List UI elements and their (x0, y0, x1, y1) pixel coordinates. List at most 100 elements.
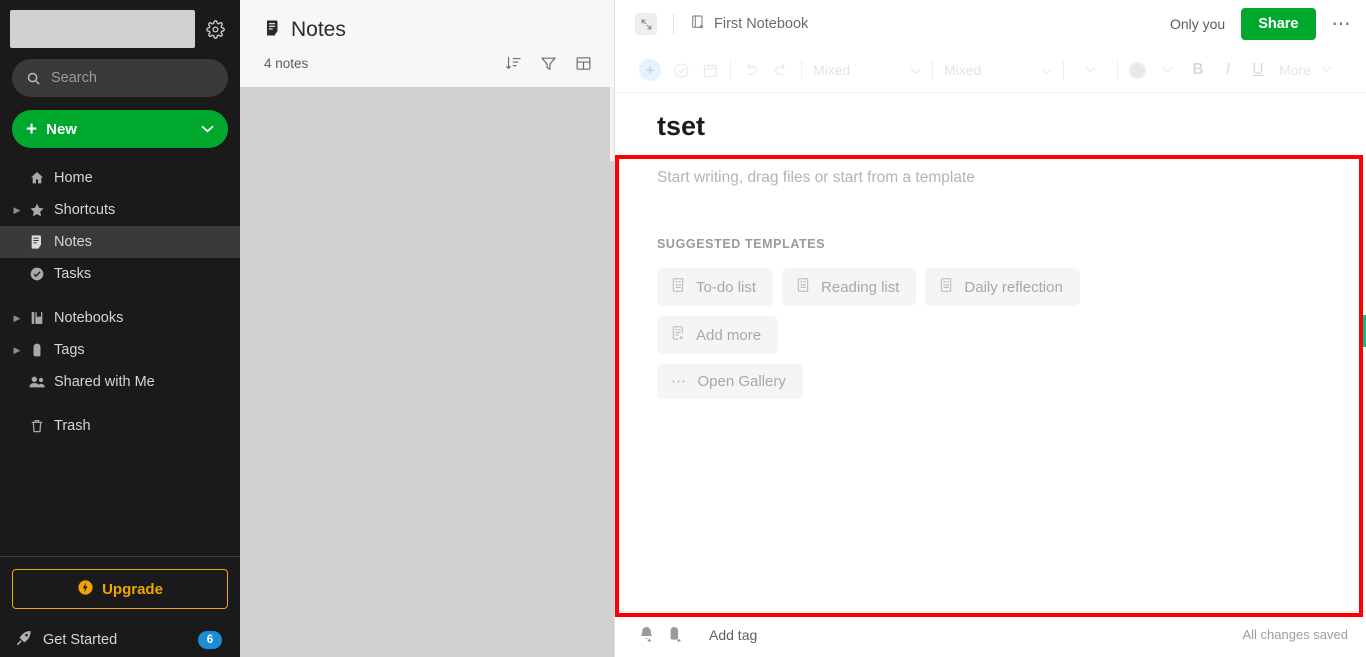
template-chip-add-more[interactable]: Add more (657, 316, 779, 354)
template-doc-icon (670, 277, 686, 297)
undo-icon[interactable] (742, 61, 760, 79)
account-placeholder[interactable] (10, 10, 195, 48)
search-placeholder: Search (51, 70, 97, 86)
tag-icon (24, 342, 50, 358)
template-chip-open-gallery[interactable]: ⋯ Open Gallery (657, 364, 803, 399)
add-tag-label[interactable]: Add tag (709, 627, 757, 643)
template-chip-label: Add more (696, 326, 762, 344)
ellipsis-icon: ⋯ (671, 373, 688, 390)
view-options-icon[interactable] (575, 55, 592, 72)
redo-icon[interactable] (772, 61, 790, 79)
chevron-right-icon[interactable]: ▶ (10, 345, 24, 356)
sort-icon[interactable] (505, 55, 522, 72)
suggested-templates-list: To-do list Reading list Daily reflection… (657, 268, 1366, 399)
sidebar-item-label: Home (54, 169, 93, 186)
add-reminder-icon[interactable] (637, 625, 656, 644)
italic-button[interactable]: I (1213, 61, 1243, 79)
note-list-tools (505, 55, 592, 72)
search-icon (27, 72, 40, 85)
chevron-down-icon (1041, 62, 1052, 78)
sidebar-item-home[interactable]: ▶ Home (0, 162, 240, 194)
nav-group-divider (0, 290, 240, 302)
template-chip-label: Daily reflection (964, 278, 1063, 296)
sidebar-item-shortcuts[interactable]: ▶ Shortcuts (0, 194, 240, 226)
rocket-icon (14, 629, 33, 652)
share-button[interactable]: Share (1241, 8, 1316, 40)
font-family-select[interactable]: Mixed (813, 62, 921, 78)
underline-button[interactable]: U (1243, 61, 1273, 79)
sidebar: Search + New ▶ Home ▶ (0, 0, 240, 657)
trash-icon (24, 418, 50, 434)
note-count: 4 notes (264, 56, 309, 71)
more-horizontal-icon[interactable]: ⋯ (1332, 15, 1353, 34)
filter-icon[interactable] (540, 55, 557, 72)
note-title-wrap: tset (615, 93, 1366, 142)
note-list-panel: Notes 4 notes (240, 0, 615, 657)
calendar-icon[interactable] (702, 62, 719, 79)
sidebar-item-shared-with-me[interactable]: ▶ Shared with Me (0, 366, 240, 398)
sidebar-item-tags[interactable]: ▶ Tags (0, 334, 240, 366)
template-row: Add more (657, 316, 1366, 354)
get-started-item[interactable]: Get Started 6 (12, 623, 228, 657)
upgrade-bolt-icon (77, 579, 94, 600)
task-check-icon (24, 266, 50, 282)
breadcrumb[interactable]: First Notebook (690, 14, 808, 34)
chevron-down-icon[interactable] (1162, 65, 1173, 75)
font-family-value: Mixed (813, 62, 851, 78)
template-row: To-do list Reading list Daily reflection (657, 268, 1366, 306)
editor-toolbar: + Mixed Mixed B I U More (615, 48, 1366, 93)
sidebar-item-label: Notes (54, 233, 92, 250)
note-list-scrollbar[interactable] (610, 87, 614, 161)
sidebar-item-trash[interactable]: ▶ Trash (0, 410, 240, 442)
note-list-header: Notes (240, 0, 614, 42)
chevron-down-icon[interactable] (201, 120, 214, 138)
template-chip-todo-list[interactable]: To-do list (657, 268, 774, 306)
gear-icon[interactable] (201, 14, 230, 44)
new-button[interactable]: + New (12, 110, 228, 148)
only-you-label[interactable]: Only you (1170, 16, 1225, 32)
upgrade-button[interactable]: Upgrade (12, 569, 228, 609)
sidebar-item-label: Trash (54, 417, 91, 434)
suggested-templates-heading: SUGGESTED TEMPLATES (657, 237, 826, 251)
chevron-down-icon[interactable] (1085, 65, 1096, 75)
template-chip-label: Reading list (821, 278, 900, 296)
text-color-icon[interactable] (1129, 61, 1146, 79)
chevron-right-icon[interactable]: ▶ (10, 313, 24, 324)
toolbar-divider (1117, 60, 1118, 80)
sidebar-item-notes[interactable]: ▶ Notes (0, 226, 240, 258)
more-formatting-label[interactable]: More (1279, 62, 1311, 78)
template-chip-label: To-do list (696, 278, 757, 296)
font-size-value: Mixed (944, 62, 982, 78)
add-tag-icon[interactable] (666, 625, 685, 644)
upgrade-label: Upgrade (102, 580, 163, 598)
insert-plus-button[interactable]: + (639, 59, 661, 81)
sidebar-item-label: Tags (54, 341, 85, 358)
template-doc-icon (795, 277, 811, 297)
expand-collapse-icon[interactable] (635, 13, 657, 35)
chevron-right-icon[interactable]: ▶ (10, 205, 24, 216)
header-actions: Only you Share ⋯ (1170, 8, 1352, 40)
template-chip-reading-list[interactable]: Reading list (782, 268, 917, 306)
note-list-body[interactable] (240, 87, 614, 657)
template-chip-label: Open Gallery (697, 373, 786, 390)
notes-icon (24, 234, 50, 250)
template-chip-daily-reflection[interactable]: Daily reflection (925, 268, 1080, 306)
bold-button[interactable]: B (1183, 61, 1213, 79)
header-divider (673, 14, 674, 34)
side-panel-tab[interactable] (1359, 315, 1366, 347)
font-size-select[interactable]: Mixed (944, 62, 1052, 78)
sidebar-footer: Upgrade Get Started 6 (0, 556, 240, 657)
editor-header: First Notebook Only you Share ⋯ (615, 0, 1366, 48)
note-editor: First Notebook Only you Share ⋯ + Mixed … (615, 0, 1366, 657)
task-checkbox-icon[interactable] (673, 62, 690, 79)
note-body[interactable]: Start writing, drag files or start from … (615, 142, 1366, 611)
sidebar-item-notebooks[interactable]: ▶ Notebooks (0, 302, 240, 334)
search-input[interactable]: Search (12, 59, 228, 97)
plus-icon: + (26, 118, 38, 140)
chevron-down-icon[interactable] (1321, 65, 1332, 75)
note-title-input[interactable]: tset (657, 111, 1366, 142)
sidebar-item-tasks[interactable]: ▶ Tasks (0, 258, 240, 290)
template-row: ⋯ Open Gallery (657, 364, 1366, 399)
note-body-placeholder: Start writing, drag files or start from … (657, 169, 975, 186)
new-button-label: New (46, 120, 77, 138)
